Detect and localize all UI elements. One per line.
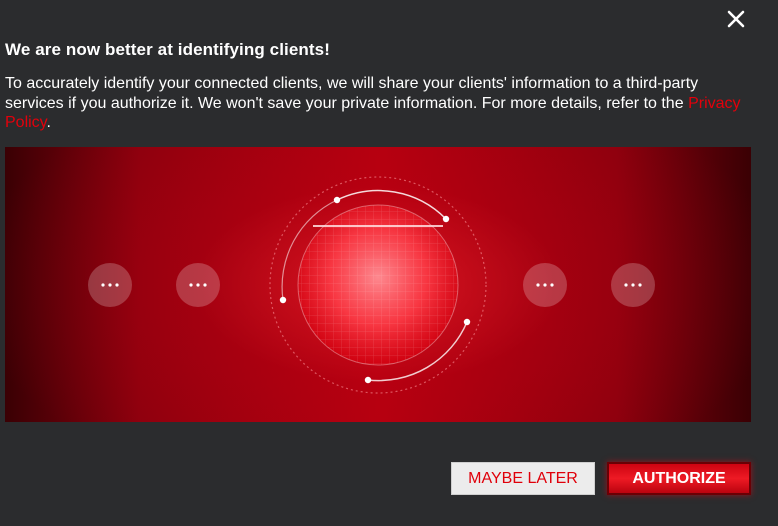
- globe-icon: [297, 204, 459, 366]
- client-identification-banner: [5, 147, 751, 422]
- description-period: .: [46, 114, 51, 131]
- dialog-title: We are now better at identifying clients…: [5, 40, 330, 59]
- dialog-description: To accurately identify your connected cl…: [5, 74, 750, 133]
- maybe-later-button[interactable]: MAYBE LATER: [451, 462, 595, 495]
- authorize-button[interactable]: AUTHORIZE: [607, 462, 751, 495]
- device-right-1: [523, 263, 567, 307]
- device-left-2: [176, 263, 220, 307]
- device-left-1: [88, 263, 132, 307]
- description-text: To accurately identify your connected cl…: [5, 75, 699, 112]
- close-icon: [727, 10, 745, 28]
- banner-graphic: [88, 176, 655, 394]
- device-right-2: [611, 263, 655, 307]
- close-button[interactable]: [722, 6, 750, 32]
